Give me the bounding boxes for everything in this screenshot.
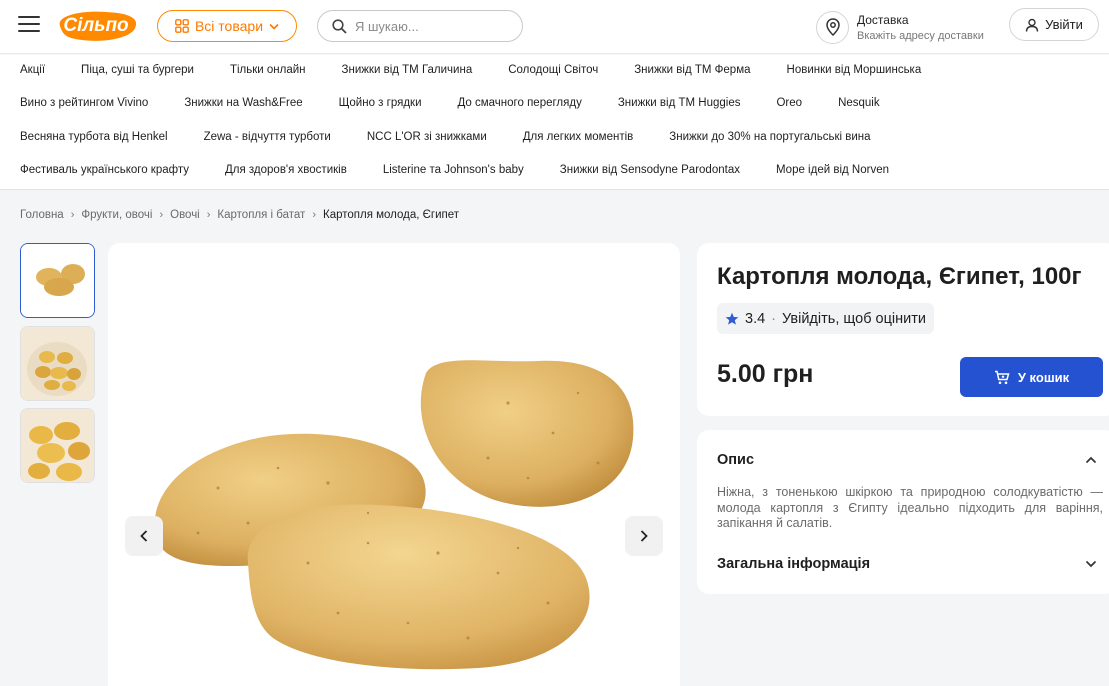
chevron-right-icon	[640, 530, 648, 542]
promo-link[interactable]: Весняна турбота від Henkel	[20, 131, 168, 147]
breadcrumb-item[interactable]: Картопля і батат	[217, 209, 305, 221]
product-main-image	[108, 243, 680, 686]
promo-row: Акції Піца, суші та бургери Тільки онлай…	[20, 64, 957, 80]
description-text: Ніжна, з тоненькою шкіркою та природною …	[717, 485, 1103, 530]
promo-link[interactable]: Для легких моментів	[523, 131, 634, 147]
menu-icon[interactable]	[18, 16, 40, 34]
site-logo[interactable]: Сільпо	[54, 9, 138, 43]
chevron-right-icon: ›	[312, 209, 316, 221]
promo-row: Фестиваль українського крафту Для здоров…	[20, 164, 925, 180]
chevron-up-icon[interactable]	[1085, 456, 1097, 464]
promo-link[interactable]: Знижки від Sensodyne Parodontax	[560, 164, 740, 180]
breadcrumb-item[interactable]: Головна	[20, 209, 64, 221]
potato-bag-thumbnail-image	[21, 327, 94, 400]
promo-link[interactable]: Nesquik	[838, 97, 880, 113]
promo-link[interactable]: Zewa - відчуття турботи	[204, 131, 331, 147]
all-goods-label: Всі товари	[194, 18, 264, 34]
promo-row: Вино з рейтингом Vivino Знижки на Wash&F…	[20, 97, 916, 113]
promo-link[interactable]: Фестиваль українського крафту	[20, 164, 189, 180]
all-goods-button[interactable]: Всі товари	[157, 10, 297, 42]
promo-link[interactable]: Listerine та Johnson's baby	[383, 164, 524, 180]
delivery-selector[interactable]: Доставка Вкажіть адресу доставки	[816, 8, 984, 46]
promo-link[interactable]: Знижки до 30% на португальські вина	[669, 131, 870, 147]
user-icon	[1025, 18, 1039, 32]
delivery-title: Доставка	[857, 12, 909, 27]
add-to-cart-label: У кошик	[1017, 369, 1070, 385]
promo-link[interactable]: Щойно з грядки	[339, 97, 422, 113]
promo-link[interactable]: Солодощі Світоч	[508, 64, 598, 80]
chevron-down-icon[interactable]	[1085, 560, 1097, 568]
login-to-rate-link[interactable]: Увійдіть, щоб оцінити	[782, 311, 926, 327]
login-button[interactable]: Увійти	[1009, 8, 1099, 41]
promo-link[interactable]: До смачного перегляду	[458, 97, 582, 113]
star-icon	[725, 312, 739, 325]
delivery-subtitle: Вкажіть адресу доставки	[857, 29, 984, 42]
promo-link[interactable]: Акції	[20, 64, 45, 80]
chevron-left-icon	[140, 530, 148, 542]
product-price: 5.00 грн	[717, 360, 814, 388]
login-label: Увійти	[1045, 17, 1083, 32]
promo-link[interactable]: Море ідей від Norven	[776, 164, 889, 180]
chevron-right-icon: ›	[159, 209, 164, 221]
promo-link[interactable]: Знижки від ТМ Ферма	[634, 64, 750, 80]
cart-icon	[994, 370, 1010, 384]
promo-navigation: Акції Піца, суші та бургери Тільки онлай…	[0, 55, 1109, 190]
logo-text: Сільпо	[63, 15, 129, 36]
promo-link[interactable]: Новинки від Моршинська	[787, 64, 922, 80]
rating-value: 3.4	[745, 310, 766, 327]
promo-link[interactable]: Піца, суші та бургери	[81, 64, 194, 80]
promo-link[interactable]: Знижки від ТМ Галичина	[342, 64, 473, 80]
promo-row: Весняна турбота від Henkel Zewa - відчут…	[20, 131, 907, 147]
product-thumbnail[interactable]	[20, 408, 95, 483]
previous-image-button[interactable]	[125, 516, 163, 556]
search-icon	[332, 18, 347, 34]
search-box[interactable]	[317, 10, 523, 42]
chevron-right-icon: ›	[206, 209, 211, 221]
breadcrumb-item[interactable]: Овочі	[170, 209, 200, 221]
product-thumbnail[interactable]	[20, 326, 95, 401]
breadcrumb: Головна › Фрукти, овочі › Овочі › Картоп…	[20, 209, 459, 221]
potato-bag-closeup-thumbnail-image	[21, 409, 94, 482]
promo-link[interactable]: Вино з рейтингом Vivino	[20, 97, 148, 113]
location-pin-icon	[816, 10, 849, 44]
description-heading[interactable]: Опис	[717, 452, 754, 468]
breadcrumb-current: Картопля молода, Єгипет	[323, 209, 460, 221]
breadcrumb-item[interactable]: Фрукти, овочі	[81, 209, 152, 221]
potato-product-image	[154, 360, 634, 670]
grid-icon	[175, 19, 189, 33]
next-image-button[interactable]	[625, 516, 663, 556]
chevron-right-icon: ›	[70, 209, 75, 221]
promo-link[interactable]: Для здоров'я хвостиків	[225, 164, 347, 180]
product-info-card: Картопля молода, Єгипет, 100г 3.4 · Увій…	[697, 243, 1109, 416]
site-header: Сільпо Всі товари Доставка Вкажі	[0, 0, 1109, 54]
rating-separator: ·	[771, 310, 777, 327]
promo-link[interactable]: Тільки онлайн	[230, 64, 306, 80]
rating-pill: 3.4 · Увійдіть, щоб оцінити	[717, 303, 934, 334]
promo-link[interactable]: Oreo	[776, 97, 802, 113]
add-to-cart-button[interactable]: У кошик	[960, 357, 1103, 397]
chevron-down-icon	[269, 23, 279, 30]
product-title: Картопля молода, Єгипет, 100г	[717, 263, 1082, 290]
promo-link[interactable]: Знижки на Wash&Free	[184, 97, 302, 113]
description-card: Опис Ніжна, з тоненькою шкіркою та приро…	[697, 430, 1109, 594]
product-thumbnail[interactable]	[20, 243, 95, 318]
promo-link[interactable]: Знижки від ТМ Huggies	[618, 97, 741, 113]
search-input[interactable]	[355, 18, 515, 34]
general-info-heading[interactable]: Загальна інформація	[717, 556, 870, 572]
promo-link[interactable]: NCC L'OR зі знижками	[367, 131, 487, 147]
potato-thumbnail-image	[21, 244, 94, 317]
